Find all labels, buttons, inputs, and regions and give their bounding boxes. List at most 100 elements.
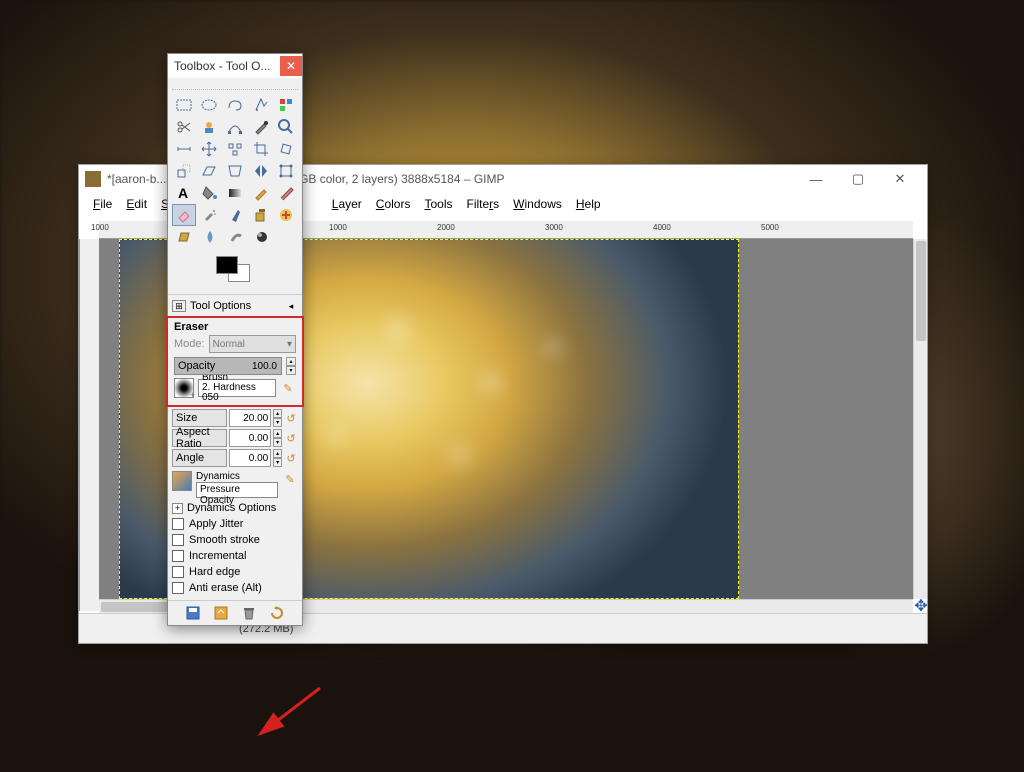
- minimize-button[interactable]: —: [795, 165, 837, 193]
- brush-preview-icon[interactable]: [174, 378, 194, 398]
- toolbox-title: Toolbox - Tool O...: [174, 59, 271, 73]
- pencil-tool-icon[interactable]: [249, 182, 273, 204]
- flip-tool-icon[interactable]: [249, 160, 273, 182]
- ruler-tick: 3000: [545, 223, 563, 232]
- size-spinner[interactable]: ▴▾: [273, 409, 282, 427]
- tool-options-tab-icon[interactable]: ⊞: [172, 300, 186, 312]
- color-swatch[interactable]: [210, 254, 260, 292]
- perspective-tool-icon[interactable]: [223, 160, 247, 182]
- restore-preset-icon[interactable]: [213, 605, 229, 621]
- opacity-slider[interactable]: Opacity 100.0: [174, 357, 282, 375]
- foreground-color-swatch[interactable]: [216, 256, 238, 274]
- angle-reset-icon[interactable]: ↺: [284, 450, 298, 466]
- ruler-tick: 1000: [91, 223, 109, 232]
- menu-file[interactable]: File: [87, 195, 118, 213]
- toolbox-window: Toolbox - Tool O... ✕: [167, 53, 303, 626]
- opacity-spinner[interactable]: ▴▾: [286, 357, 296, 375]
- svg-text:A: A: [178, 185, 188, 201]
- tool-section-title: Eraser: [174, 321, 296, 333]
- smooth-stroke-checkbox[interactable]: [172, 534, 184, 546]
- scrollbar-vertical[interactable]: [913, 239, 927, 599]
- size-reset-icon[interactable]: ↺: [284, 410, 298, 426]
- ruler-tick: 5000: [761, 223, 779, 232]
- paths-tool-icon[interactable]: [223, 116, 247, 138]
- delete-preset-icon[interactable]: [241, 605, 257, 621]
- rect-select-tool-icon[interactable]: [172, 94, 196, 116]
- crop-tool-icon[interactable]: [249, 138, 273, 160]
- measure-tool-icon[interactable]: [172, 138, 196, 160]
- smooth-stroke-label: Smooth stroke: [189, 534, 260, 546]
- bucket-fill-tool-icon[interactable]: [198, 182, 222, 204]
- menu-edit[interactable]: Edit: [120, 195, 153, 213]
- paintbrush-tool-icon[interactable]: [274, 182, 298, 204]
- color-picker-tool-icon[interactable]: [249, 116, 273, 138]
- menu-filters[interactable]: Filters: [461, 195, 506, 213]
- zoom-tool-icon[interactable]: [274, 116, 298, 138]
- airbrush-tool-icon[interactable]: [198, 204, 222, 226]
- menu-tools[interactable]: Tools: [418, 195, 458, 213]
- clone-tool-icon[interactable]: [249, 204, 273, 226]
- incremental-checkbox[interactable]: [172, 550, 184, 562]
- menu-layer[interactable]: Layer: [326, 195, 368, 213]
- hard-edge-checkbox[interactable]: [172, 566, 184, 578]
- aspect-spinner[interactable]: ▴▾: [273, 429, 282, 447]
- aspect-reset-icon[interactable]: ↺: [284, 430, 298, 446]
- cage-tool-icon[interactable]: [274, 160, 298, 182]
- apply-jitter-label: Apply Jitter: [189, 518, 243, 530]
- aspect-input[interactable]: [229, 429, 271, 447]
- ruler-tick: 4000: [653, 223, 671, 232]
- color-select-tool-icon[interactable]: [274, 94, 298, 116]
- perspective-clone-tool-icon[interactable]: [172, 226, 196, 248]
- eraser-tool-icon[interactable]: [172, 204, 196, 226]
- shear-tool-icon[interactable]: [198, 160, 222, 182]
- blend-tool-icon[interactable]: [223, 182, 247, 204]
- heal-tool-icon[interactable]: [274, 204, 298, 226]
- menu-colors[interactable]: Colors: [370, 195, 417, 213]
- free-select-tool-icon[interactable]: [223, 94, 247, 116]
- smudge-tool-icon[interactable]: [224, 226, 248, 248]
- move-tool-icon[interactable]: [198, 138, 222, 160]
- opacity-value: 100.0: [252, 361, 277, 372]
- rotate-tool-icon[interactable]: [274, 138, 298, 160]
- apply-jitter-checkbox[interactable]: [172, 518, 184, 530]
- scale-tool-icon[interactable]: [172, 160, 196, 182]
- brush-edit-icon[interactable]: ✎: [280, 380, 296, 396]
- dynamics-options-expander[interactable]: + Dynamics Options: [172, 500, 298, 516]
- tool-grid: A: [168, 90, 302, 250]
- align-tool-icon[interactable]: [223, 138, 247, 160]
- brush-selector[interactable]: Brush 2. Hardness 050: [198, 379, 276, 397]
- menu-windows[interactable]: Windows: [507, 195, 568, 213]
- incremental-label: Incremental: [189, 550, 246, 562]
- foreground-select-tool-icon[interactable]: [198, 116, 222, 138]
- blur-tool-icon[interactable]: [198, 226, 222, 248]
- ink-tool-icon[interactable]: [223, 204, 247, 226]
- ruler-tick: 2000: [437, 223, 455, 232]
- ellipse-select-tool-icon[interactable]: [198, 94, 222, 116]
- fuzzy-select-tool-icon[interactable]: [249, 94, 273, 116]
- dynamics-selector[interactable]: Pressure Opacity: [196, 482, 278, 498]
- toolbox-close-button[interactable]: ✕: [280, 56, 302, 76]
- scissors-tool-icon[interactable]: [172, 116, 196, 138]
- save-preset-icon[interactable]: [185, 605, 201, 621]
- ruler-vertical[interactable]: [79, 239, 99, 611]
- toolbox-titlebar[interactable]: Toolbox - Tool O... ✕: [168, 54, 302, 78]
- dodge-burn-tool-icon[interactable]: [250, 226, 274, 248]
- mode-select: Normal▾: [209, 335, 296, 353]
- dynamics-edit-icon[interactable]: ✎: [282, 471, 298, 487]
- angle-input[interactable]: [229, 449, 271, 467]
- text-tool-icon[interactable]: A: [172, 182, 196, 204]
- maximize-button[interactable]: ▢: [837, 165, 879, 193]
- tool-options-menu-icon[interactable]: ◂: [284, 300, 298, 312]
- dock-handle[interactable]: [172, 80, 298, 90]
- menu-help[interactable]: Help: [570, 195, 607, 213]
- size-input[interactable]: [229, 409, 271, 427]
- highlighted-options: Eraser Mode: Normal▾ Opacity 100.0 ▴▾ Br…: [166, 316, 304, 407]
- anti-erase-checkbox[interactable]: [172, 582, 184, 594]
- expand-icon[interactable]: +: [172, 503, 183, 514]
- close-button[interactable]: ✕: [879, 165, 921, 193]
- dynamics-label: Dynamics: [196, 471, 278, 482]
- reset-preset-icon[interactable]: [269, 605, 285, 621]
- angle-spinner[interactable]: ▴▾: [273, 449, 282, 467]
- dynamics-preview-icon[interactable]: [172, 471, 192, 491]
- tool-options-panel: ⊞ Tool Options ◂ Eraser Mode: Normal▾ Op…: [168, 294, 302, 600]
